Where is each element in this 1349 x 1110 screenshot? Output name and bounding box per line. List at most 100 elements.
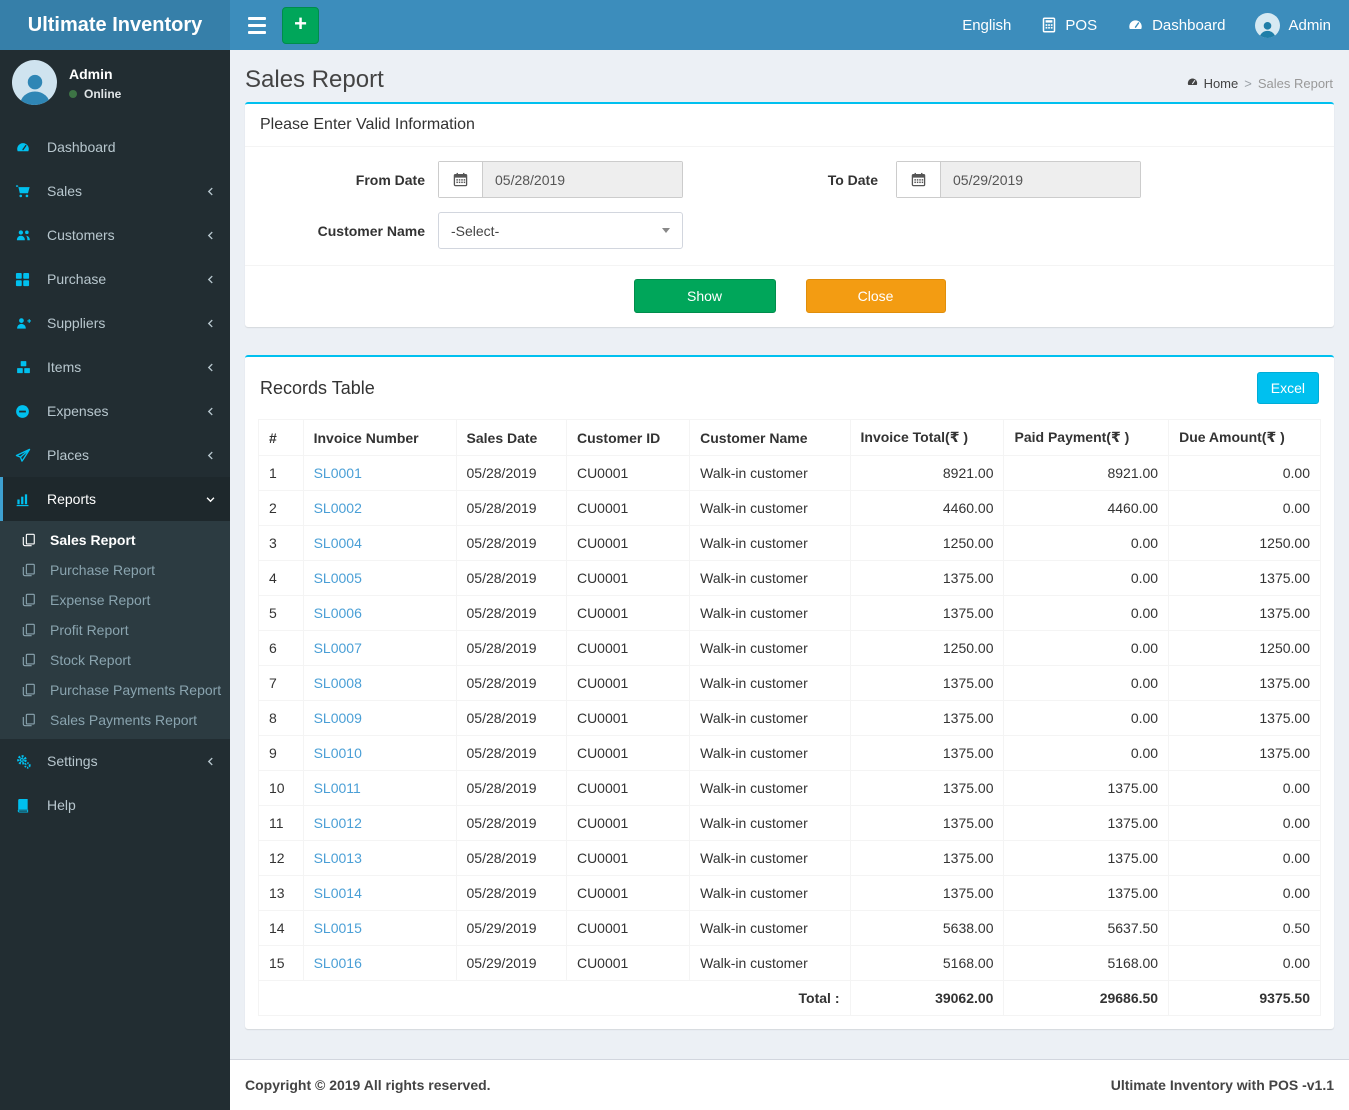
customer-name-cell: Walk-in customer — [689, 945, 851, 981]
invoice-link[interactable]: SL0005 — [314, 570, 362, 586]
sales-date-cell: 05/28/2019 — [455, 455, 567, 491]
invoice-link[interactable]: SL0009 — [314, 710, 362, 726]
brand-logo[interactable]: Ultimate Inventory — [0, 0, 230, 50]
submenu-item-profit-report[interactable]: Profit Report — [0, 615, 230, 645]
customer-select-value: -Select- — [451, 222, 500, 239]
sales-date-cell: 05/28/2019 — [455, 700, 567, 736]
sidebar-toggle-button[interactable] — [236, 0, 278, 50]
calendar-icon[interactable] — [897, 162, 941, 197]
sidebar-item-help[interactable]: Help — [0, 783, 230, 827]
invoice-link[interactable]: SL0006 — [314, 605, 362, 621]
invoice-total-cell: 5168.00 — [849, 945, 1005, 981]
sidebar-item-expenses[interactable]: Expenses — [0, 389, 230, 433]
submenu-item-purchase-payments-report[interactable]: Purchase Payments Report — [0, 675, 230, 705]
submenu-item-sales-report[interactable]: Sales Report — [0, 525, 230, 555]
total-row: Total : 39062.00 29686.50 9375.50 — [258, 980, 1321, 1016]
submenu-item-purchase-report[interactable]: Purchase Report — [0, 555, 230, 585]
invoice-link[interactable]: SL0002 — [314, 500, 362, 516]
caret-down-icon — [662, 228, 670, 233]
invoice-link[interactable]: SL0001 — [314, 465, 362, 481]
sidebar-item-suppliers[interactable]: Suppliers — [0, 301, 230, 345]
table-row: 15 SL0016 05/29/2019 CU0001 Walk-in customer… — [258, 945, 1321, 981]
table-row: 7 SL0008 05/28/2019 CU0001 Walk-in customer 1… — [258, 665, 1321, 701]
table-row: 14 SL0015 05/29/2019 CU0001 Walk-in customer… — [258, 910, 1321, 946]
excel-export-button[interactable]: Excel — [1256, 372, 1319, 404]
submenu-item-stock-report[interactable]: Stock Report — [0, 645, 230, 675]
user-menu[interactable]: Admin — [1255, 12, 1331, 38]
gears-icon — [15, 754, 37, 769]
paid-payment-cell: 0.00 — [1003, 595, 1170, 631]
table-row: 3 SL0004 05/28/2019 CU0001 Walk-in customer 1… — [258, 525, 1321, 561]
table-row: 13 SL0014 05/28/2019 CU0001 Walk-in customer… — [258, 875, 1321, 911]
invoice-link[interactable]: SL0016 — [314, 955, 362, 971]
customer-name-cell: Walk-in customer — [689, 805, 851, 841]
invoice-number-cell: SL0004 — [302, 525, 457, 561]
invoice-number-cell: SL0001 — [302, 455, 457, 491]
invoice-number-cell: SL0016 — [302, 945, 457, 981]
sidebar-item-purchase[interactable]: Purchase — [0, 257, 230, 301]
invoice-link[interactable]: SL0011 — [314, 780, 361, 796]
row-number-cell: 2 — [258, 490, 304, 526]
table-row: 12 SL0013 05/28/2019 CU0001 Walk-in customer… — [258, 840, 1321, 876]
show-button[interactable]: Show — [633, 279, 776, 313]
invoice-link[interactable]: SL0012 — [314, 815, 362, 831]
grid-icon — [15, 272, 37, 287]
invoice-link[interactable]: SL0004 — [314, 535, 362, 551]
hamburger-icon — [248, 16, 266, 20]
row-number-cell: 12 — [258, 840, 304, 876]
sidebar-item-settings[interactable]: Settings — [0, 739, 230, 783]
records-panel: Records Table Excel # Invoice Number Sal… — [245, 355, 1334, 1029]
dashboard-link[interactable]: Dashboard — [1127, 17, 1225, 34]
row-number-cell: 11 — [258, 805, 304, 841]
submenu-item-sales-payments-report[interactable]: Sales Payments Report — [0, 705, 230, 735]
row-number-cell: 3 — [258, 525, 304, 561]
sidebar-item-reports[interactable]: Reports — [0, 477, 230, 521]
total-paid: 29686.50 — [1003, 980, 1170, 1016]
records-panel-heading: Records Table — [260, 377, 375, 398]
quick-add-button[interactable]: + — [282, 6, 319, 44]
customer-name-label: Customer Name — [317, 222, 425, 239]
sidebar-item-dashboard[interactable]: Dashboard — [0, 125, 230, 169]
copy-icon — [22, 533, 42, 547]
breadcrumb-home-link[interactable]: Home — [1186, 76, 1238, 91]
invoice-number-cell: SL0012 — [302, 805, 457, 841]
submenu-item-expense-report[interactable]: Expense Report — [0, 585, 230, 615]
invoice-number-cell: SL0002 — [302, 490, 457, 526]
col-customer-id: Customer ID — [565, 419, 691, 456]
table-row: 9 SL0010 05/28/2019 CU0001 Walk-in customer 1… — [258, 735, 1321, 771]
customer-select[interactable]: -Select- — [438, 212, 683, 249]
from-date-group — [438, 161, 683, 198]
language-menu[interactable]: English — [962, 17, 1011, 34]
invoice-total-cell: 1375.00 — [849, 875, 1005, 911]
content-area: Sales Report Home > Sales Report Please … — [230, 50, 1349, 1059]
row-number-cell: 4 — [258, 560, 304, 596]
sidebar-item-sales[interactable]: Sales — [0, 169, 230, 213]
invoice-link[interactable]: SL0008 — [314, 675, 362, 691]
paid-payment-cell: 0.00 — [1003, 700, 1170, 736]
records-tbody: 1 SL0001 05/28/2019 CU0001 Walk-in customer 8… — [258, 455, 1321, 981]
from-date-label: From Date — [355, 171, 425, 188]
invoice-link[interactable]: SL0010 — [314, 745, 362, 761]
close-button[interactable]: Close — [805, 279, 946, 313]
customer-name-cell: Walk-in customer — [689, 910, 851, 946]
sidebar-item-places[interactable]: Places — [0, 433, 230, 477]
sidebar-item-customers[interactable]: Customers — [0, 213, 230, 257]
due-amount-cell: 1250.00 — [1168, 525, 1321, 561]
from-date-input[interactable] — [483, 162, 682, 197]
due-amount-cell: 0.00 — [1168, 875, 1321, 911]
invoice-link[interactable]: SL0013 — [314, 850, 362, 866]
chevron-left-icon — [205, 186, 216, 197]
due-amount-cell: 1375.00 — [1168, 560, 1321, 596]
invoice-link[interactable]: SL0014 — [314, 885, 362, 901]
due-amount-cell: 1250.00 — [1168, 630, 1321, 666]
pos-link[interactable]: POS — [1041, 17, 1097, 34]
online-status[interactable]: Online — [69, 87, 121, 101]
invoice-link[interactable]: SL0007 — [314, 640, 362, 656]
sidebar-item-items[interactable]: Items — [0, 345, 230, 389]
top-navbar: Ultimate Inventory + English POS Dashboa… — [0, 0, 1349, 50]
to-date-input[interactable] — [941, 162, 1140, 197]
total-label: Total : — [258, 980, 851, 1016]
due-amount-cell: 0.00 — [1168, 840, 1321, 876]
invoice-link[interactable]: SL0015 — [314, 920, 362, 936]
calendar-icon[interactable] — [439, 162, 483, 197]
